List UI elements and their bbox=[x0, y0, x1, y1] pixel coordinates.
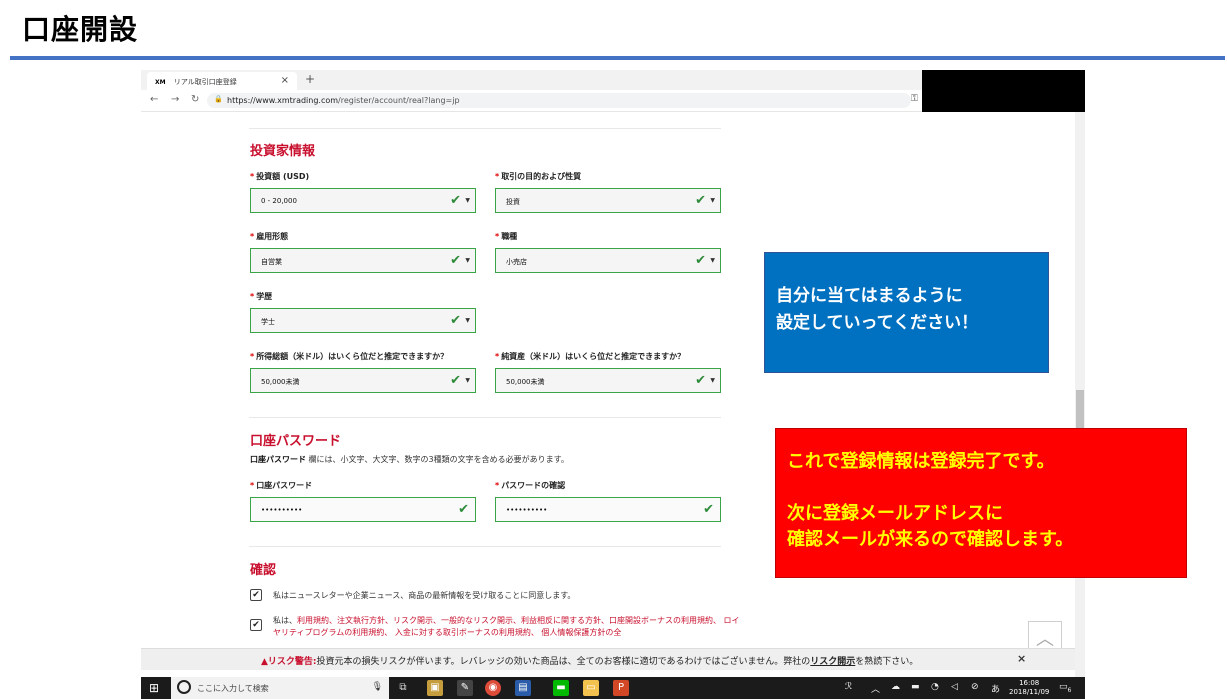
file-explorer-icon[interactable]: ▭ bbox=[583, 680, 599, 696]
risk-warning-bar: ▲リスク警告:投資元本の損失リスクが伴います。レバレッジの効いた商品は、全てのお… bbox=[141, 648, 1075, 670]
notification-center-icon[interactable]: ▭6 bbox=[1059, 682, 1071, 694]
password-label: * 口座パスワード bbox=[250, 481, 313, 490]
trading-purpose-label: * 取引の目的および性質 bbox=[495, 172, 582, 181]
password-section-title: 口座パスワード bbox=[250, 434, 342, 449]
terms-checkbox[interactable]: ✔ bbox=[250, 619, 262, 631]
browser-tab[interactable]: XM リアル取引口座登録 × bbox=[147, 72, 297, 90]
divider bbox=[249, 546, 721, 547]
password-confirm-label: * パスワードの確認 bbox=[495, 481, 566, 490]
annual-income-label: * 所得総額（米ドル）はいくら位だと推定できますか？ bbox=[250, 352, 449, 361]
chrome-icon[interactable]: ◉ bbox=[485, 680, 501, 696]
url-host: https://www.xmtrading.com bbox=[227, 96, 339, 105]
valid-check-icon: ✔ bbox=[695, 253, 706, 268]
occupation-label: * 職種 bbox=[495, 232, 518, 241]
ime-icon[interactable]: あ bbox=[991, 682, 1000, 695]
scroll-to-top-button[interactable]: ︿ bbox=[1028, 621, 1062, 651]
divider bbox=[249, 128, 721, 129]
url-path: /register/account/real?lang=jp bbox=[338, 96, 460, 105]
app-icon[interactable]: ▤ bbox=[515, 680, 531, 696]
chevron-down-icon: ▼ bbox=[465, 257, 470, 264]
valid-check-icon: ✔ bbox=[695, 193, 706, 208]
education-select[interactable]: 学士 ✔ ▼ bbox=[250, 308, 476, 333]
key-icon[interactable]: ⚿ bbox=[911, 94, 918, 104]
occupation-select[interactable]: 小売店 ✔ ▼ bbox=[495, 248, 721, 273]
powerpoint-icon[interactable]: P bbox=[613, 680, 629, 696]
task-view-icon[interactable]: ⧉ bbox=[395, 680, 411, 696]
taskbar-clock[interactable]: 16:08 2018/11/09 bbox=[1009, 679, 1049, 697]
back-icon[interactable]: ← bbox=[150, 94, 158, 105]
cloud-icon[interactable]: ☁ bbox=[891, 682, 900, 692]
password-requirements-text: 口座パスワード 欄には、小文字、大文字、数字の3種類の文字を含める必要があります… bbox=[250, 455, 569, 464]
valid-check-icon: ✔ bbox=[450, 193, 461, 208]
risk-warning-label: ▲リスク警告: bbox=[261, 657, 317, 667]
reload-icon[interactable]: ↻ bbox=[191, 94, 199, 105]
instruction-callout-blue: 自分に当てはまるように 設定していってください！ bbox=[764, 252, 1049, 373]
newsletter-consent-text: 私はニュースレターや企業ニュース、商品の最新情報を受け取ることに同意します。 bbox=[273, 591, 576, 600]
trading-purpose-select[interactable]: 投資 ✔ ▼ bbox=[495, 188, 721, 213]
password-confirm-input[interactable]: •••••••••• ✔ bbox=[495, 497, 721, 522]
microphone-icon[interactable]: 🎙 bbox=[372, 682, 383, 692]
taskbar-search-input[interactable]: ここに入力して検索 🎙 bbox=[171, 677, 389, 699]
chevron-down-icon: ▼ bbox=[710, 197, 715, 204]
wifi-icon[interactable]: ◔ bbox=[931, 682, 939, 692]
close-icon[interactable]: × bbox=[1017, 652, 1026, 665]
slide-title: 口座開設 bbox=[22, 13, 139, 46]
valid-check-icon: ✔ bbox=[450, 313, 461, 328]
volume-icon[interactable]: ◁ bbox=[951, 682, 958, 692]
annual-income-select[interactable]: 50,000未満 ✔ ▼ bbox=[250, 368, 476, 393]
valid-check-icon: ✔ bbox=[703, 502, 714, 517]
cortana-icon bbox=[177, 680, 191, 694]
education-label: * 学歴 bbox=[250, 292, 273, 301]
line-icon[interactable]: ▬ bbox=[553, 680, 569, 696]
employment-select[interactable]: 自営業 ✔ ▼ bbox=[250, 248, 476, 273]
forward-icon[interactable]: → bbox=[171, 94, 179, 105]
chevron-up-icon[interactable]: ︿ bbox=[871, 682, 880, 695]
investor-section-title: 投資家情報 bbox=[250, 144, 316, 159]
chevron-down-icon: ▼ bbox=[465, 197, 470, 204]
net-worth-label: * 純資産（米ドル）はいくら位だと推定できますか？ bbox=[495, 352, 686, 361]
windows-start-icon[interactable]: ⊞ bbox=[149, 681, 159, 695]
investment-amount-label: * 投資額 (USD) bbox=[250, 172, 310, 181]
valid-check-icon: ✔ bbox=[458, 502, 469, 517]
chevron-down-icon: ▼ bbox=[710, 377, 715, 384]
battery-icon[interactable]: ▬ bbox=[911, 682, 920, 692]
terms-consent-text: 私は、利用規約、注文執行方針、リスク開示、一般的なリスク開示、利益相反に関する方… bbox=[273, 616, 740, 637]
valid-check-icon: ✔ bbox=[450, 373, 461, 388]
valid-check-icon: ✔ bbox=[695, 373, 706, 388]
title-divider bbox=[10, 56, 1225, 60]
divider bbox=[249, 417, 721, 418]
network-icon[interactable]: ⊘ bbox=[971, 682, 979, 692]
lock-icon: 🔒 bbox=[214, 95, 223, 103]
employment-label: * 雇用形態 bbox=[250, 232, 289, 241]
paint-icon[interactable]: ✎ bbox=[457, 680, 473, 696]
password-input[interactable]: •••••••••• ✔ bbox=[250, 497, 476, 522]
valid-check-icon: ✔ bbox=[450, 253, 461, 268]
url-input[interactable]: 🔒 https://www.xmtrading.com/register/acc… bbox=[207, 93, 911, 108]
chevron-down-icon: ▼ bbox=[710, 257, 715, 264]
close-tab-icon[interactable]: × bbox=[281, 75, 289, 86]
instruction-callout-red: これで登録情報は登録完了です。 次に登録メールアドレスに 確認メールが来るので確… bbox=[775, 428, 1187, 578]
store-icon[interactable]: ▣ bbox=[427, 680, 443, 696]
terms-links[interactable]: 利用規約、注文執行方針、リスク開示、一般的なリスク開示、利益相反に関する方針、口… bbox=[273, 616, 740, 637]
browser-window: XM リアル取引口座登録 × + ← → ↻ 🔒 https://www.xmt… bbox=[141, 70, 1085, 699]
windows-taskbar: ⊞ ここに入力して検索 🎙 ⧉ ▣ ✎ ◉ ▤ ▬ ▭ P ℛ ︿ ☁ ▬ ◔ … bbox=[141, 677, 1085, 699]
confirm-section-title: 確認 bbox=[250, 563, 277, 578]
xm-favicon-icon: XM bbox=[155, 79, 166, 86]
chevron-down-icon: ▼ bbox=[465, 377, 470, 384]
investment-amount-select[interactable]: 0 - 20,000 ✔ ▼ bbox=[250, 188, 476, 213]
chevron-down-icon: ▼ bbox=[465, 317, 470, 324]
new-tab-icon[interactable]: + bbox=[305, 72, 315, 86]
people-icon[interactable]: ℛ bbox=[845, 682, 852, 692]
net-worth-select[interactable]: 50,000未満 ✔ ▼ bbox=[495, 368, 721, 393]
risk-disclosure-link[interactable]: リスク開示 bbox=[810, 657, 855, 667]
tab-title: リアル取引口座登録 bbox=[173, 78, 237, 86]
newsletter-checkbox[interactable]: ✔ bbox=[250, 589, 262, 601]
